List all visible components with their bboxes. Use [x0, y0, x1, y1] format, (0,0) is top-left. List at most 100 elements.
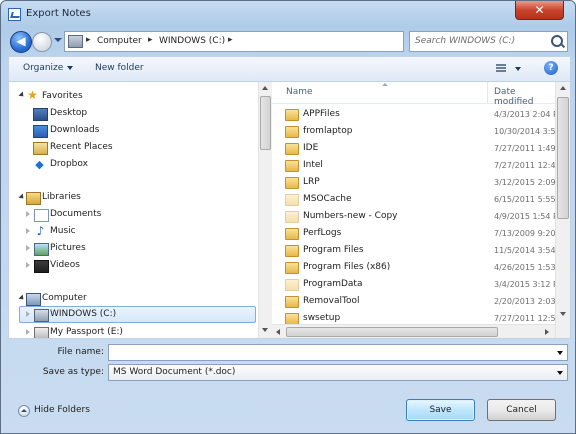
expand-documents-icon[interactable]	[26, 211, 30, 217]
file-row[interactable]: Program Files (x86) 4/26/2015 1:53	[272, 259, 556, 276]
file-row[interactable]: Program Files 11/5/2014 3:54	[272, 242, 556, 259]
file-row[interactable]: IDE 7/27/2011 1:49	[272, 140, 556, 157]
nav-downloads[interactable]: Downloads	[50, 122, 99, 138]
save-type-value: MS Word Document (*.doc)	[113, 367, 236, 377]
file-date: 4/3/2013 2:04 P	[494, 110, 558, 119]
music-icon: ♪	[36, 224, 45, 238]
file-name: LRP	[303, 177, 320, 187]
nav-libraries[interactable]: Libraries	[42, 189, 81, 205]
forward-button[interactable]	[32, 32, 52, 52]
horizontal-scrollbar[interactable]	[272, 324, 555, 338]
scroll-down-icon[interactable]	[560, 312, 566, 316]
file-name-label: File name:	[57, 347, 104, 357]
scroll-up-icon[interactable]	[262, 86, 268, 90]
file-row[interactable]: RemovalTool 2/20/2013 2:03	[272, 293, 556, 310]
title-bar: Export Notes ✕	[1, 1, 575, 27]
window-title: Export Notes	[26, 8, 91, 19]
address-bar[interactable]: ▸ Computer ▸ WINDOWS (C:) ▸ ⟳	[64, 31, 461, 52]
collapse-computer-icon[interactable]	[18, 294, 26, 302]
breadcrumb-separator-icon[interactable]: ▸	[148, 35, 153, 45]
recent-locations-dropdown-icon[interactable]	[54, 38, 62, 42]
file-name: fromlaptop	[303, 126, 353, 136]
breadcrumb-windows-c[interactable]: WINDOWS (C:)	[159, 36, 225, 46]
collapse-favorites-icon[interactable]	[18, 91, 26, 99]
file-name-dropdown-icon[interactable]	[557, 351, 563, 355]
file-row[interactable]: fromlaptop 10/30/2014 3:53	[272, 123, 561, 140]
drive-icon	[34, 309, 49, 322]
folder-icon	[285, 211, 299, 223]
close-button[interactable]: ✕	[515, 1, 564, 20]
folder-icon	[285, 109, 299, 121]
computer-icon	[68, 35, 83, 48]
nav-videos[interactable]: Videos	[50, 257, 80, 273]
search-placeholder: Search WINDOWS (C:)	[415, 36, 516, 46]
nav-windows-c-selected[interactable]: WINDOWS (C:)	[19, 306, 256, 323]
file-row[interactable]: APPFiles 4/3/2013 2:04 P	[272, 106, 558, 123]
views-dropdown-icon[interactable]	[515, 67, 521, 71]
hide-folders-icon[interactable]	[18, 405, 30, 417]
nav-desktop[interactable]: Desktop	[50, 105, 87, 121]
save-button[interactable]: Save	[406, 399, 475, 421]
collapse-libraries-icon[interactable]	[18, 193, 26, 201]
file-name: Program Files	[303, 245, 364, 255]
nav-my-passport[interactable]: My Passport (E:)	[50, 324, 123, 338]
file-row[interactable]: MSOCache 6/15/2011 5:55	[272, 191, 556, 208]
file-row[interactable]: ProgramData 3/4/2015 3:12 P	[272, 276, 558, 293]
scroll-left-icon[interactable]	[276, 329, 280, 335]
expand-pictures-icon[interactable]	[26, 245, 30, 251]
scroll-up-icon[interactable]	[560, 86, 566, 90]
file-name: Program Files (x86)	[303, 262, 391, 272]
expand-music-icon[interactable]	[26, 228, 30, 234]
file-row[interactable]: Numbers-new - Copy 4/9/2015 1:54 P	[272, 208, 558, 225]
cancel-button[interactable]: Cancel	[487, 399, 556, 421]
external-drive-icon	[34, 327, 49, 338]
breadcrumb-separator-icon[interactable]: ▸	[86, 35, 91, 45]
file-list-scrollbar[interactable]	[555, 82, 570, 338]
column-date-modified[interactable]: Date modified	[494, 87, 555, 107]
file-name-field[interactable]	[108, 344, 568, 361]
nav-favorites[interactable]: Favorites	[42, 88, 83, 104]
scroll-thumb[interactable]	[557, 97, 569, 219]
nav-scrollbar[interactable]	[258, 82, 272, 338]
column-header: Name Date modified	[272, 82, 555, 107]
expand-windows-c-icon[interactable]	[26, 311, 30, 317]
breadcrumb-computer[interactable]: Computer	[97, 36, 142, 46]
file-date: 7/27/2011 12:49	[494, 161, 561, 170]
new-folder-button[interactable]: New folder	[95, 63, 144, 73]
folder-icon	[285, 296, 299, 308]
save-type-select[interactable]: MS Word Document (*.doc)	[108, 364, 568, 381]
horizontal-scroll-thumb[interactable]	[286, 327, 498, 337]
help-icon[interactable]: ?	[544, 61, 558, 75]
column-name[interactable]: Name	[286, 87, 313, 97]
breadcrumb-separator-icon[interactable]: ▸	[228, 35, 233, 45]
app-icon	[8, 8, 21, 21]
scroll-thumb[interactable]	[260, 96, 271, 150]
file-row[interactable]: Intel 7/27/2011 12:49	[272, 157, 561, 174]
folder-icon	[285, 160, 299, 172]
file-row[interactable]: LRP 3/12/2015 2:09 P	[272, 174, 563, 191]
column-divider[interactable]	[487, 82, 488, 103]
chevron-down-icon	[67, 65, 74, 70]
folder-icon	[285, 194, 299, 206]
file-date: 3/12/2015 2:09 P	[494, 178, 563, 187]
nav-dropbox[interactable]: Dropbox	[50, 156, 88, 172]
file-row[interactable]: PerfLogs 7/13/2009 9:20	[272, 225, 556, 242]
dropbox-icon: ◆	[35, 158, 44, 171]
scroll-down-icon[interactable]	[262, 328, 268, 332]
nav-music[interactable]: Music	[50, 223, 76, 239]
hide-folders-button[interactable]: Hide Folders	[34, 405, 90, 415]
documents-icon	[34, 209, 49, 222]
nav-computer[interactable]: Computer	[42, 290, 87, 306]
expand-my-passport-icon[interactable]	[26, 329, 30, 335]
organize-button[interactable]: Organize	[23, 63, 74, 73]
file-date: 2/20/2013 2:03	[494, 297, 556, 306]
recent-places-icon	[33, 142, 48, 155]
nav-recent-places[interactable]: Recent Places	[50, 139, 113, 155]
expand-videos-icon[interactable]	[26, 262, 30, 268]
views-icon[interactable]	[496, 64, 506, 73]
nav-pictures[interactable]: Pictures	[50, 240, 86, 256]
search-input[interactable]: Search WINDOWS (C:)	[409, 31, 568, 52]
scroll-right-icon[interactable]	[545, 329, 549, 335]
nav-documents[interactable]: Documents	[50, 206, 101, 222]
back-button[interactable]: ◀	[10, 31, 32, 53]
